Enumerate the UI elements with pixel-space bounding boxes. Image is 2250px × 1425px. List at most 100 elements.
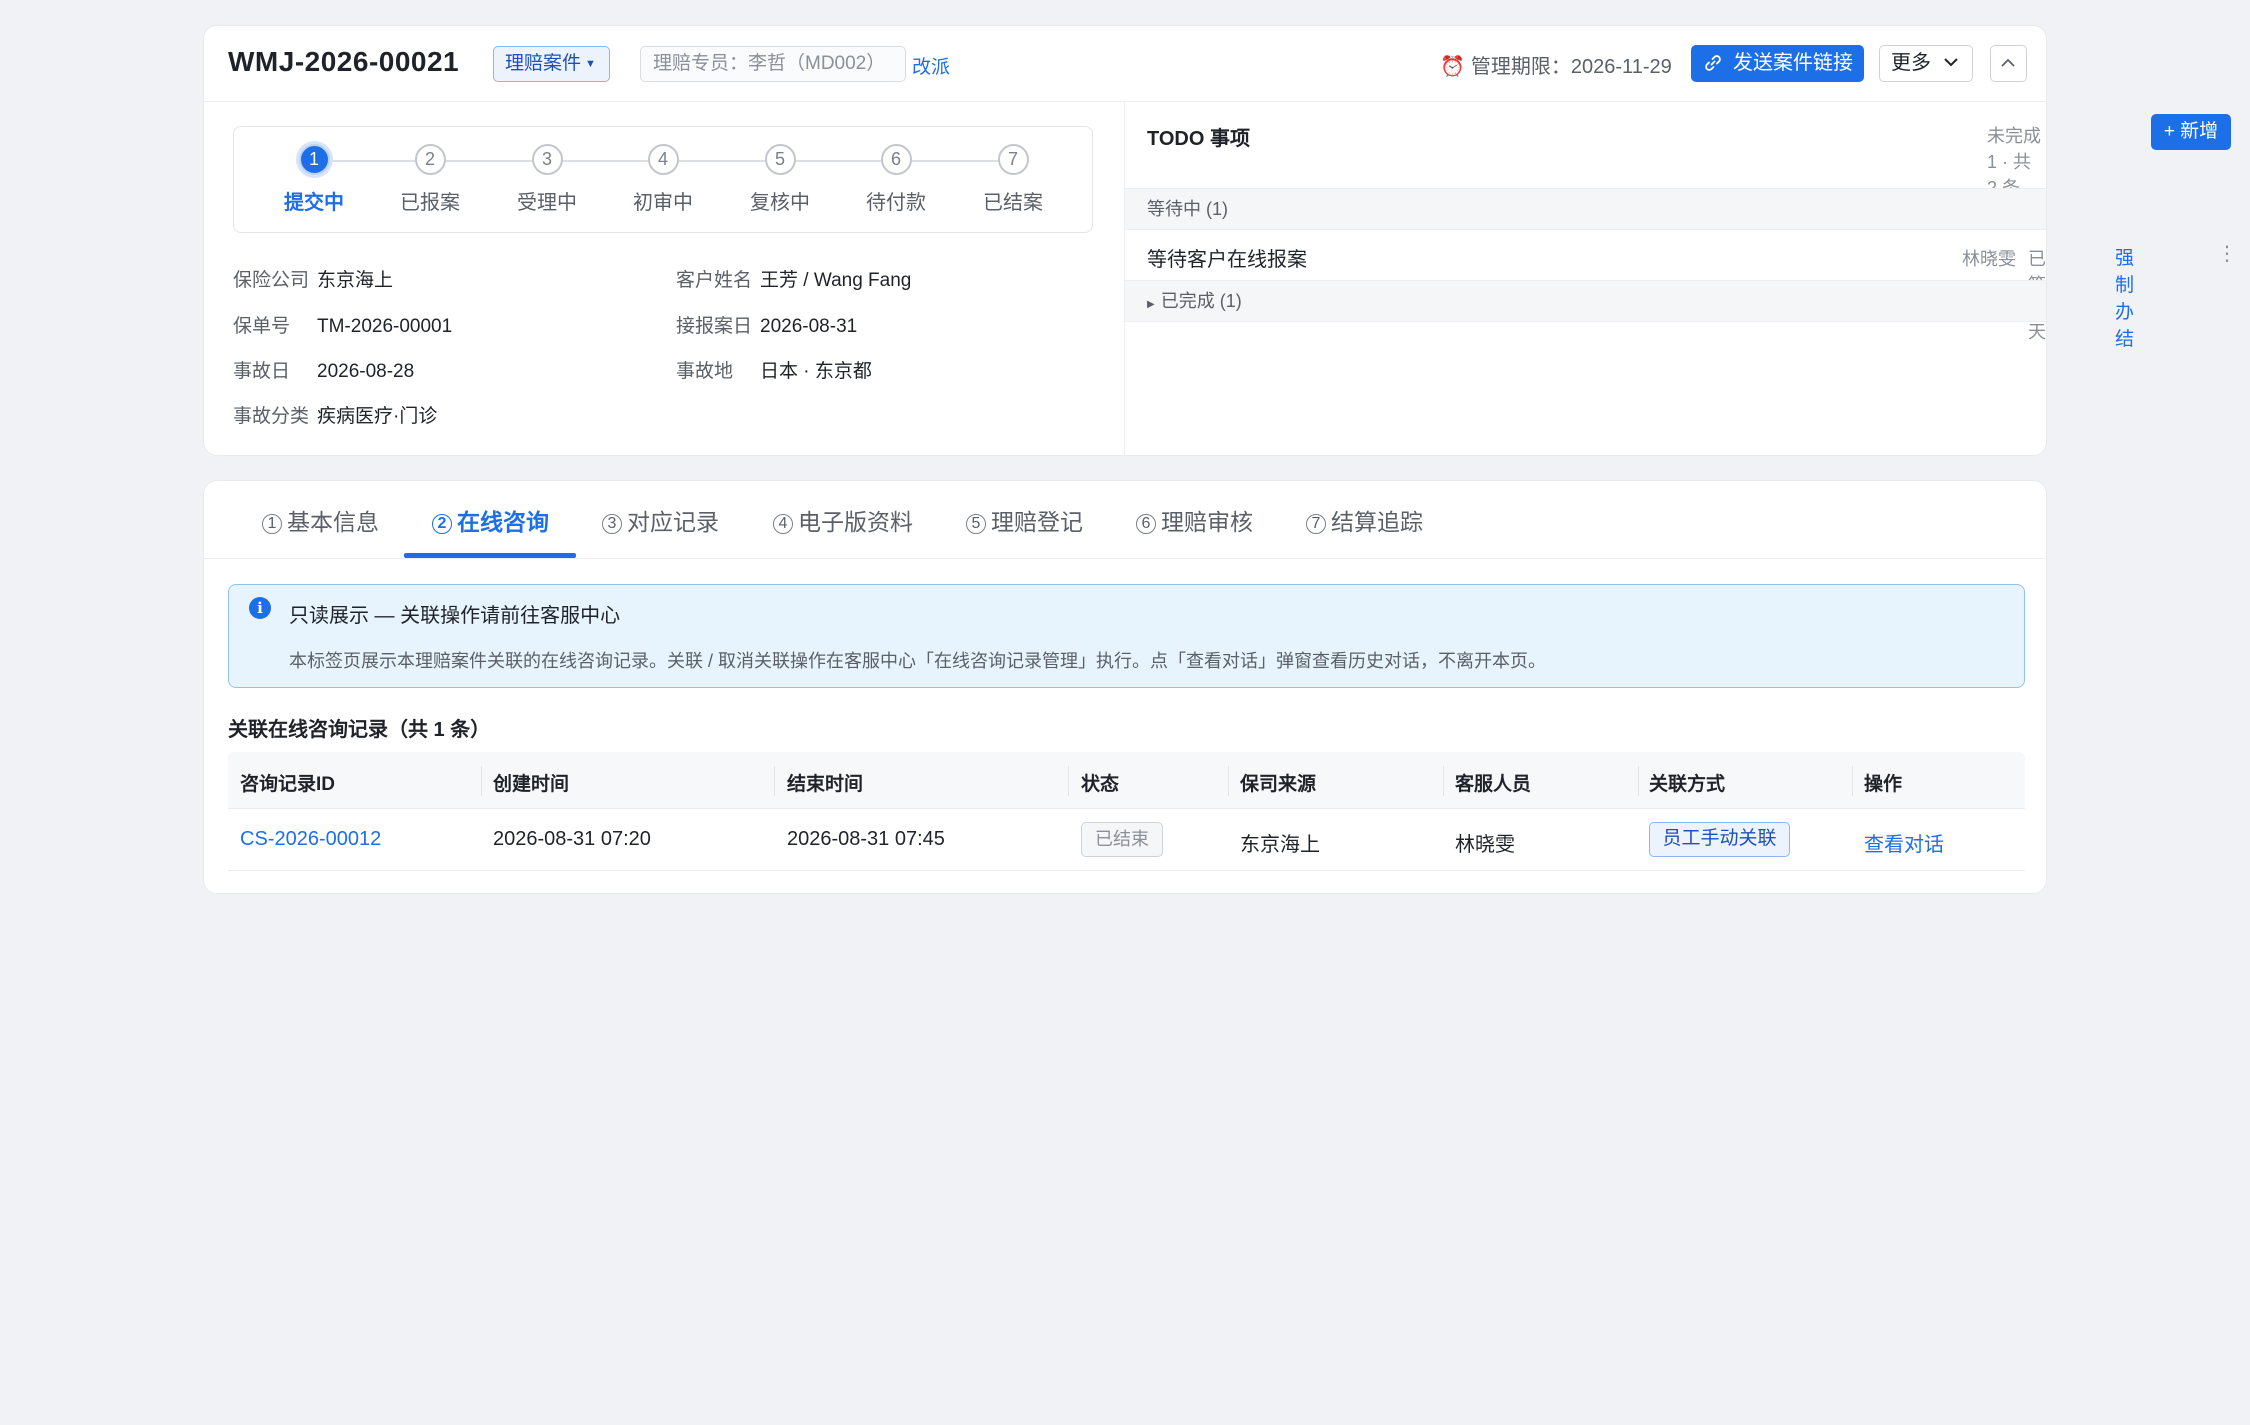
deadline-text: 管理期限：2026-11-29 bbox=[1470, 56, 1672, 78]
field-label: 事故地 bbox=[676, 361, 734, 382]
todo-item: 等待客户在线报案 林晓雯 已等 0 天 强制办结 ⋮ bbox=[1125, 231, 2237, 350]
field-value: 东京海上 bbox=[317, 270, 394, 291]
case-info-pane: 1 提交中 2 已报案 3 受理中 4 初审中 5 复核中 6 待付款 7 已结案 保险公司东… bbox=[204, 102, 1124, 457]
tab-number: 1 bbox=[262, 514, 282, 534]
table-header: 咨询记录ID 创建时间 结束时间 状态 保司来源 客服人员 关联方式 操作 bbox=[228, 752, 2025, 809]
specialist-field[interactable]: 理赔专员：李哲（MD002） bbox=[640, 46, 906, 82]
step-label: 受理中 bbox=[517, 192, 577, 214]
tab-records[interactable]: 3 对应记录 bbox=[602, 503, 719, 559]
collapse-button[interactable] bbox=[1990, 45, 2027, 82]
chevron-down-icon bbox=[1944, 58, 1958, 67]
alarm-clock-icon: ⏰ bbox=[1440, 56, 1465, 78]
field-label: 事故分类 bbox=[233, 406, 310, 427]
case-type-label: 理赔案件 bbox=[505, 53, 582, 74]
todo-title: TODO 事项 bbox=[1147, 128, 1250, 150]
field-label: 客户姓名 bbox=[676, 270, 753, 291]
column-divider bbox=[1443, 766, 1444, 796]
more-button[interactable]: 更多 bbox=[1879, 45, 1973, 82]
column-header: 客服人员 bbox=[1455, 774, 1532, 795]
step-7: 7 已结案 bbox=[973, 144, 1053, 215]
tab-label: 对应记录 bbox=[627, 509, 719, 535]
notice-title: 只读展示 — 关联操作请前往客服中心 bbox=[289, 605, 621, 627]
step-1: 1 提交中 bbox=[274, 144, 354, 215]
column-header: 结束时间 bbox=[787, 774, 864, 795]
table-row: CS-2026-00012 2026-08-31 07:20 2026-08-3… bbox=[228, 809, 2025, 871]
tab-claim-register[interactable]: 5 理赔登记 bbox=[966, 503, 1083, 559]
tab-label: 理赔登记 bbox=[991, 509, 1083, 535]
consult-records-table: 咨询记录ID 创建时间 结束时间 状态 保司来源 客服人员 关联方式 操作 CS… bbox=[228, 752, 2025, 871]
notice-description: 本标签页展示本理赔案件关联的在线咨询记录。关联 / 取消关联操作在客服中心「在线… bbox=[289, 651, 1546, 671]
tab-settlement[interactable]: 7 结算追踪 bbox=[1306, 503, 1423, 559]
field-insurer: 保险公司 东京海上 bbox=[233, 265, 393, 292]
readonly-notice: i 只读展示 — 关联操作请前往客服中心 本标签页展示本理赔案件关联的在线咨询记… bbox=[228, 584, 2025, 688]
record-id-link[interactable]: CS-2026-00012 bbox=[240, 828, 381, 851]
tab-number: 5 bbox=[966, 514, 986, 534]
force-complete-link[interactable]: 强制办结 bbox=[2115, 243, 2134, 351]
column-header: 操作 bbox=[1864, 774, 1903, 795]
case-type-dropdown[interactable]: 理赔案件 ▼ bbox=[493, 46, 610, 82]
tab-number: 3 bbox=[602, 514, 622, 534]
column-header: 保司来源 bbox=[1240, 774, 1317, 795]
field-category: 事故分类 疾病医疗·门诊 bbox=[233, 401, 437, 428]
column-divider bbox=[481, 766, 482, 796]
ended-time: 2026-08-31 07:45 bbox=[787, 828, 945, 850]
caret-down-icon: ▼ bbox=[585, 58, 596, 70]
field-value: 日本 · 东京都 bbox=[760, 361, 872, 382]
step-label: 已结案 bbox=[983, 192, 1043, 214]
field-accident-date: 事故日 2026-08-28 bbox=[233, 356, 414, 383]
tab-online-consult[interactable]: 2 在线咨询 bbox=[432, 503, 549, 559]
step-number: 6 bbox=[880, 144, 912, 175]
field-label: 保险公司 bbox=[233, 270, 310, 291]
add-todo-button[interactable]: + 新增 bbox=[2151, 114, 2231, 150]
step-label: 待付款 bbox=[866, 192, 926, 214]
step-number: 5 bbox=[764, 144, 796, 175]
step-number: 4 bbox=[647, 144, 679, 175]
case-id: WMJ-2026-00021 bbox=[228, 46, 460, 77]
tab-label: 在线咨询 bbox=[457, 509, 549, 535]
step-number: 7 bbox=[997, 144, 1029, 175]
field-value: 2026-08-28 bbox=[317, 361, 415, 382]
tab-claim-review[interactable]: 6 理赔审核 bbox=[1136, 503, 1253, 559]
step-label: 复核中 bbox=[750, 192, 810, 214]
link-type-badge: 员工手动关联 bbox=[1649, 822, 1790, 857]
todo-item-title: 等待客户在线报案 bbox=[1147, 249, 1307, 271]
step-3: 3 受理中 bbox=[507, 144, 587, 215]
case-summary-card: WMJ-2026-00021 理赔案件 ▼ 理赔专员：李哲（MD002） 改派 ⏰… bbox=[203, 25, 2237, 457]
status-badge: 已结束 bbox=[1081, 822, 1163, 857]
step-number: 1 bbox=[298, 144, 330, 175]
field-label: 接报案日 bbox=[676, 316, 753, 337]
pending-group[interactable]: 等待中 (1) bbox=[1125, 188, 2046, 230]
tab-e-documents[interactable]: 4 电子版资料 bbox=[773, 503, 913, 559]
tab-number: 6 bbox=[1136, 514, 1156, 534]
case-header: WMJ-2026-00021 理赔案件 ▼ 理赔专员：李哲（MD002） 改派 ⏰… bbox=[204, 26, 2046, 102]
field-accident-place: 事故地 日本 · 东京都 bbox=[676, 356, 872, 383]
step-label: 已报案 bbox=[400, 192, 460, 214]
step-label: 初审中 bbox=[633, 192, 693, 214]
service-agent: 林晓雯 bbox=[1455, 834, 1515, 856]
tab-bar: 1 基本信息 2 在线咨询 3 对应记录 4 电子版资料 5 理赔登记 6 理赔审核 7 结算… bbox=[204, 481, 2046, 559]
link-icon bbox=[1705, 55, 1721, 71]
detail-tabs-card: 1 基本信息 2 在线咨询 3 对应记录 4 电子版资料 5 理赔登记 6 理赔审核 7 结算… bbox=[203, 480, 2047, 894]
reassign-link[interactable]: 改派 bbox=[912, 52, 950, 79]
step-number: 3 bbox=[531, 144, 563, 175]
column-header: 关联方式 bbox=[1649, 774, 1726, 795]
done-group[interactable]: ▶ 已完成 (1) bbox=[1125, 280, 2046, 322]
tab-label: 理赔审核 bbox=[1161, 509, 1253, 535]
more-vertical-icon[interactable]: ⋮ bbox=[2217, 241, 2237, 266]
tab-basic-info[interactable]: 1 基本信息 bbox=[262, 503, 379, 559]
send-case-link-button[interactable]: 发送案件链接 bbox=[1691, 45, 1864, 82]
step-2: 2 已报案 bbox=[390, 144, 470, 215]
step-5: 5 复核中 bbox=[740, 144, 820, 215]
step-4: 4 初审中 bbox=[623, 144, 703, 215]
more-label: 更多 bbox=[1891, 52, 1931, 74]
column-header: 咨询记录ID bbox=[240, 774, 336, 795]
tab-label: 结算追踪 bbox=[1331, 509, 1423, 535]
field-value: 疾病医疗·门诊 bbox=[317, 406, 438, 427]
field-value: TM-2026-00001 bbox=[317, 316, 453, 337]
tab-label: 电子版资料 bbox=[798, 509, 913, 535]
created-time: 2026-08-31 07:20 bbox=[493, 828, 651, 850]
view-conversation-link[interactable]: 查看对话 bbox=[1864, 828, 1944, 857]
todo-pane: TODO 事项 未完成 1 · 共 2 条 + 新增 等待中 (1) 等待客户在… bbox=[1124, 102, 2237, 457]
field-label: 事故日 bbox=[233, 361, 291, 382]
field-customer: 客户姓名 王芳 / Wang Fang bbox=[676, 265, 911, 292]
